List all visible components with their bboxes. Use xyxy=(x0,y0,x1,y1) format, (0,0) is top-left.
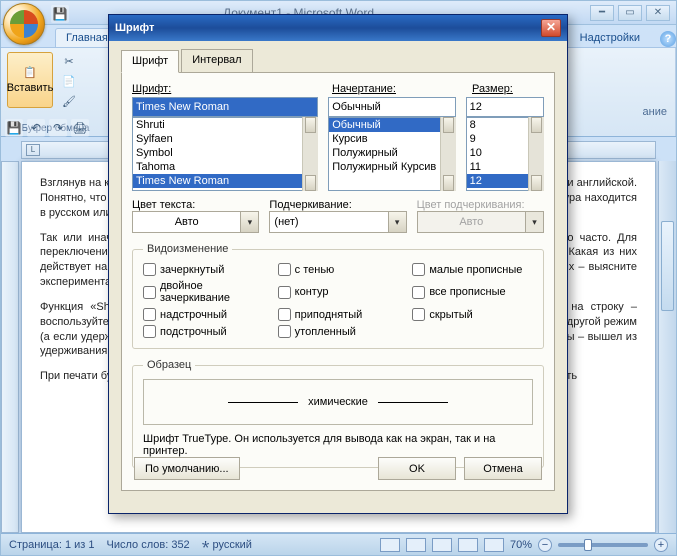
color-label: Цвет текста: xyxy=(132,199,195,211)
list-item[interactable]: Times New Roman xyxy=(133,174,317,188)
checkbox[interactable] xyxy=(278,286,291,299)
list-item[interactable]: Shruti xyxy=(133,118,317,132)
qat-print-icon[interactable]: 🖨 xyxy=(71,119,89,137)
check-label: приподнятый xyxy=(295,309,363,321)
qat-save-icon[interactable]: 💾 xyxy=(51,5,69,23)
list-item[interactable]: Полужирный xyxy=(329,146,454,160)
check-label: с тенью xyxy=(295,264,335,276)
checkbox[interactable] xyxy=(143,308,156,321)
underline-color-dropdown: Авто xyxy=(417,211,544,233)
checkbox[interactable] xyxy=(412,308,425,321)
check-outline[interactable]: контур xyxy=(278,280,399,304)
underline-label: Подчеркивание: xyxy=(269,199,351,211)
checkbox[interactable] xyxy=(278,325,291,338)
qat-undo-icon[interactable]: ↶ xyxy=(27,119,45,137)
info-text: Шрифт TrueType. Он используется для выво… xyxy=(143,433,533,457)
effects-fieldset: Видоизменение зачеркнутый с тенью малые … xyxy=(132,243,544,349)
tab-font[interactable]: Шрифт xyxy=(121,50,179,73)
below-ribbon-qat: 💾 ↶ ↷ 🖨 xyxy=(5,119,89,137)
check-hidden[interactable]: скрытый xyxy=(412,308,533,321)
font-dialog: Шрифт ✕ Шрифт Интервал Шрифт: Начертание… xyxy=(108,14,568,514)
underline-color-value: Авто xyxy=(417,211,526,233)
checkbox[interactable] xyxy=(143,325,156,338)
dialog-close-button[interactable]: ✕ xyxy=(541,19,561,37)
dialog-buttons: По умолчанию... OK Отмена xyxy=(134,457,542,480)
sample-box: химические xyxy=(143,379,533,425)
check-doublestrike[interactable]: двойное зачеркивание xyxy=(143,280,264,304)
ok-button[interactable]: OK xyxy=(378,457,456,480)
chevron-down-icon[interactable] xyxy=(241,211,259,233)
underline-value: (нет) xyxy=(269,211,388,233)
checkbox[interactable] xyxy=(412,286,425,299)
effects-legend: Видоизменение xyxy=(143,243,232,255)
sample-text: химические xyxy=(308,396,368,408)
checkbox[interactable] xyxy=(143,263,156,276)
check-smallcaps[interactable]: малые прописные xyxy=(412,263,533,276)
sample-decor-line xyxy=(228,402,298,403)
default-button[interactable]: По умолчанию... xyxy=(134,457,240,480)
dialog-titlebar[interactable]: Шрифт ✕ xyxy=(109,15,567,41)
font-color-value: Авто xyxy=(132,211,241,233)
font-color-dropdown[interactable]: Авто xyxy=(132,211,259,233)
check-allcaps[interactable]: все прописные xyxy=(412,280,533,304)
check-strikethrough[interactable]: зачеркнутый xyxy=(143,263,264,276)
quick-access-toolbar: 💾 xyxy=(51,5,69,23)
tab-font-label: Шрифт xyxy=(132,55,168,67)
chevron-down-icon xyxy=(526,211,544,233)
check-label: скрытый xyxy=(429,309,472,321)
underline-color-label: Цвет подчеркивания: xyxy=(417,199,525,211)
qat-save2-icon[interactable]: 💾 xyxy=(5,119,23,137)
dialog-title: Шрифт xyxy=(115,22,154,34)
checkbox[interactable] xyxy=(278,263,291,276)
listbox-scrollbar[interactable] xyxy=(440,117,456,191)
sample-fieldset: Образец химические Шрифт TrueType. Он ис… xyxy=(132,359,544,468)
list-item[interactable]: Полужирный Курсив xyxy=(329,160,454,174)
listbox-scrollbar[interactable] xyxy=(302,117,318,191)
check-label: малые прописные xyxy=(429,264,522,276)
dialog-tabs: Шрифт Интервал xyxy=(121,49,555,73)
checkbox[interactable] xyxy=(143,286,156,299)
font-listbox[interactable]: Shruti Sylfaen Symbol Tahoma Times New R… xyxy=(132,117,318,191)
font-label: Шрифт: xyxy=(132,83,171,95)
check-superscript[interactable]: надстрочный xyxy=(143,308,264,321)
style-label: Начертание: xyxy=(332,83,396,95)
list-item[interactable]: Обычный xyxy=(329,118,454,132)
chevron-down-icon[interactable] xyxy=(389,211,407,233)
list-item[interactable]: Symbol xyxy=(133,146,317,160)
dialog-panel: Шрифт: Начертание: Размер: Shruti Sylfae… xyxy=(121,73,555,491)
check-emboss[interactable]: приподнятый xyxy=(278,308,399,321)
style-listbox[interactable]: Обычный Курсив Полужирный Полужирный Кур… xyxy=(328,117,455,191)
qat-redo-icon[interactable]: ↷ xyxy=(49,119,67,137)
listbox-scrollbar[interactable] xyxy=(528,117,544,191)
tab-interval[interactable]: Интервал xyxy=(181,49,252,72)
check-label: подстрочный xyxy=(160,326,227,338)
underline-dropdown[interactable]: (нет) xyxy=(269,211,406,233)
cancel-button[interactable]: Отмена xyxy=(464,457,542,480)
check-shadow[interactable]: с тенью xyxy=(278,263,399,276)
checkbox[interactable] xyxy=(412,263,425,276)
check-subscript[interactable]: подстрочный xyxy=(143,325,264,338)
checkbox[interactable] xyxy=(278,308,291,321)
tab-interval-label: Интервал xyxy=(192,54,241,66)
style-input[interactable] xyxy=(328,97,455,117)
font-input[interactable] xyxy=(132,97,318,117)
office-button[interactable] xyxy=(3,3,45,45)
size-label: Размер: xyxy=(472,83,513,95)
check-label: все прописные xyxy=(429,286,505,298)
sample-decor-line xyxy=(378,402,448,403)
list-item[interactable]: Курсив xyxy=(329,132,454,146)
list-item[interactable]: Tahoma xyxy=(133,160,317,174)
check-label: контур xyxy=(295,286,329,298)
check-engrave[interactable]: утопленный xyxy=(278,325,399,338)
check-label: зачеркнутый xyxy=(160,264,224,276)
size-input[interactable] xyxy=(466,97,544,117)
check-label: двойное зачеркивание xyxy=(160,280,264,304)
check-label: надстрочный xyxy=(160,309,227,321)
check-label: утопленный xyxy=(295,326,356,338)
sample-legend: Образец xyxy=(143,359,195,371)
list-item[interactable]: Sylfaen xyxy=(133,132,317,146)
